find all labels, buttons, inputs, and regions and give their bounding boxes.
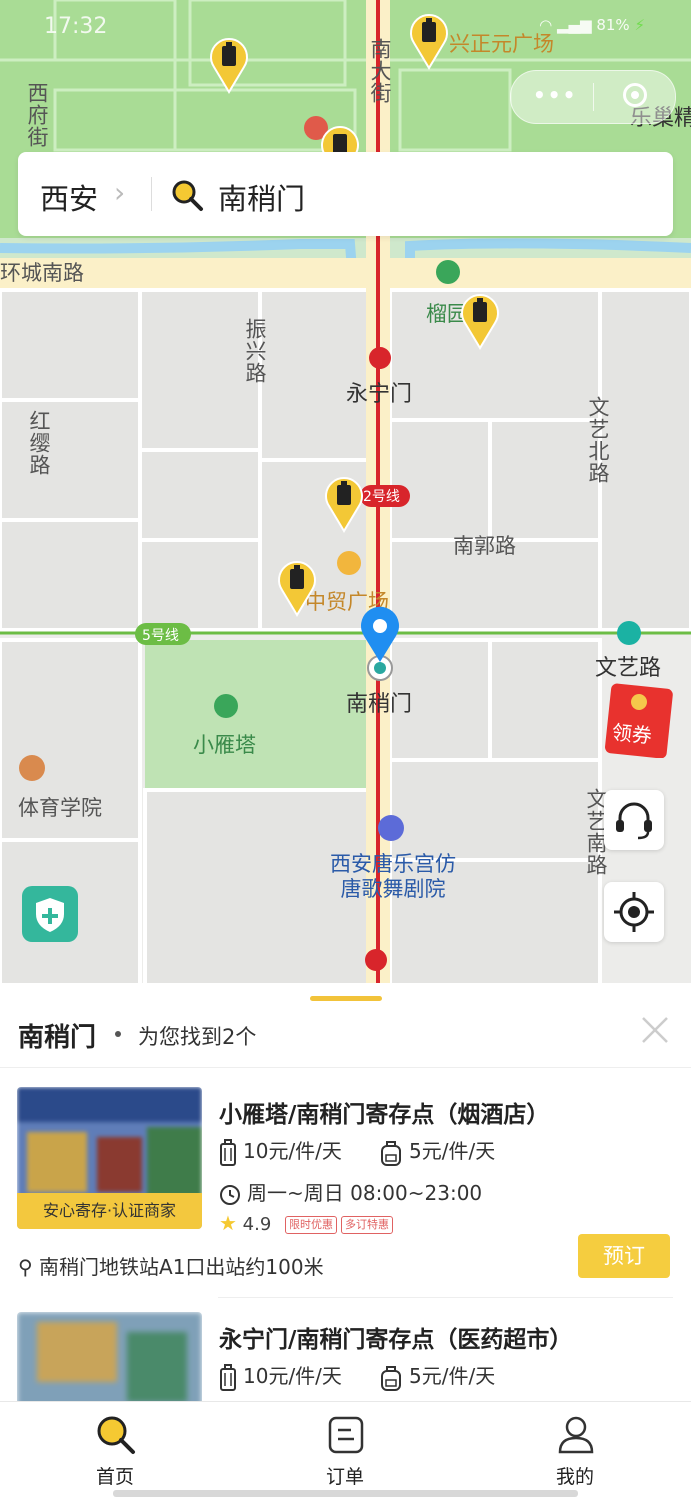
storage-pin-icon[interactable] — [322, 473, 366, 533]
results-sheet: 南稍门 为您找到2个 安心寄存·认证商家 小雁塔/南稍门寄存点（烟酒店） 10元… — [0, 983, 691, 1454]
rating-value: 4.9 — [242, 1214, 272, 1235]
road-label: 红缨路 — [27, 410, 51, 476]
tab-label: 我的 — [555, 1466, 594, 1488]
star-icon: ★ — [219, 1211, 237, 1235]
search-input[interactable]: 南稍门 — [218, 176, 305, 218]
locate-button[interactable] — [604, 882, 664, 942]
tab-label: 首页 — [95, 1466, 134, 1488]
road-label: 文艺北路 — [586, 396, 610, 484]
store-photo: 安心寄存·认证商家 — [17, 1087, 202, 1229]
store-name: 永宁门/南稍门寄存点（医药超市） — [219, 1327, 573, 1353]
store-address: ⚲ 南稍门地铁站A1口出站约100米 — [18, 1255, 324, 1279]
customer-service-button[interactable] — [604, 790, 664, 850]
wifi-icon: ◠ — [539, 16, 553, 34]
bag-price: 5元/件/天 — [379, 1135, 495, 1167]
book-button[interactable]: 预订 — [578, 1234, 670, 1278]
road-label: 西府街 — [25, 82, 49, 148]
luggage-price: 10元/件/天 — [219, 1360, 342, 1392]
metro-line-label: 5号线 — [142, 628, 179, 644]
place-label: 小雁塔 — [193, 733, 256, 757]
luggage-price: 10元/件/天 — [219, 1135, 342, 1167]
tab-home[interactable]: 首页 — [55, 1402, 175, 1498]
coupon-button[interactable]: 领券 — [604, 680, 674, 759]
road-label: 南郭路 — [453, 534, 516, 558]
battery-level: 81% — [596, 16, 630, 34]
search-bar: 西安 › 南稍门 — [18, 152, 673, 236]
tab-orders[interactable]: 订单 — [285, 1402, 405, 1498]
status-bar: 17:32 ◠ ▂▄▆ 81% ⚡ — [0, 0, 691, 52]
search-icon — [97, 1416, 135, 1454]
opening-hours: 周一~周日 08:00~23:00 — [219, 1177, 482, 1206]
status-time: 17:32 — [44, 14, 108, 39]
backpack-icon — [381, 1140, 401, 1166]
close-miniprogram-button[interactable] — [623, 83, 647, 107]
rating-row: ★ 4.9 限时优惠 多订特惠 — [219, 1211, 394, 1235]
tab-profile[interactable]: 我的 — [515, 1402, 635, 1498]
chevron-right-icon: › — [114, 176, 126, 209]
user-icon — [558, 1416, 594, 1454]
coupon-label: 领券 — [610, 719, 653, 749]
location-pin-icon — [361, 606, 399, 662]
road-label: 振兴路 — [243, 318, 267, 384]
signal-icon: ▂▄▆ — [556, 16, 592, 34]
bag-price: 5元/件/天 — [379, 1360, 495, 1392]
metro-line-label: 2号线 — [363, 489, 400, 505]
place-label: 西安唐乐宫仿唐歌舞剧院 — [330, 852, 456, 901]
miniprogram-capsule: ••• — [510, 70, 676, 124]
sheet-drag-handle[interactable] — [310, 996, 382, 1001]
road-label: 文艺南路 — [584, 788, 608, 876]
tab-bar: 首页 订单 我的 — [0, 1401, 691, 1498]
station-label: 永宁门 — [346, 382, 413, 407]
station-label: 南稍门 — [346, 692, 413, 717]
results-count: 为您找到2个 — [138, 1025, 257, 1049]
status-icons: ◠ ▂▄▆ 81% ⚡ — [539, 16, 645, 34]
suitcase-icon — [220, 1363, 236, 1391]
station-label: 文艺路 — [595, 656, 662, 681]
city-selector[interactable]: 西安 — [40, 176, 98, 218]
place-label: 体育学院 — [18, 796, 102, 820]
promo-tag: 多订特惠 — [341, 1216, 394, 1234]
charging-icon: ⚡ — [634, 16, 645, 34]
certified-badge: 安心寄存·认证商家 — [17, 1193, 202, 1229]
order-icon — [328, 1416, 364, 1454]
map-view[interactable]: 环城南路 南大街 振兴路 红缨路 文艺北路 南郭路 文艺南路 西府街 兴正元广场… — [0, 0, 691, 985]
list-item[interactable]: 永宁门/南稍门寄存点（医药超市） 10元/件/天 5元/件/天 — [0, 1312, 691, 1454]
safety-shield-icon[interactable] — [22, 886, 78, 942]
home-indicator — [113, 1490, 578, 1497]
headset-icon — [616, 802, 652, 840]
storage-pin-icon[interactable] — [275, 557, 319, 617]
location-pin-icon: ⚲ — [18, 1255, 33, 1279]
tab-label: 订单 — [325, 1466, 364, 1488]
store-name: 小雁塔/南稍门寄存点（烟酒店） — [219, 1102, 550, 1128]
suitcase-icon — [220, 1138, 236, 1166]
results-location: 南稍门 — [18, 1023, 97, 1053]
more-button[interactable]: ••• — [533, 83, 577, 107]
clock-icon — [220, 1184, 240, 1205]
crosshair-icon — [614, 892, 654, 932]
close-icon[interactable] — [640, 1015, 670, 1045]
storage-pin-icon[interactable] — [458, 290, 502, 350]
list-item[interactable]: 安心寄存·认证商家 小雁塔/南稍门寄存点（烟酒店） 10元/件/天 5元/件/天… — [0, 1087, 691, 1302]
promo-tag: 限时优惠 — [285, 1216, 338, 1234]
road-label: 环城南路 — [0, 261, 84, 285]
search-icon — [172, 180, 203, 211]
backpack-icon — [381, 1365, 401, 1391]
